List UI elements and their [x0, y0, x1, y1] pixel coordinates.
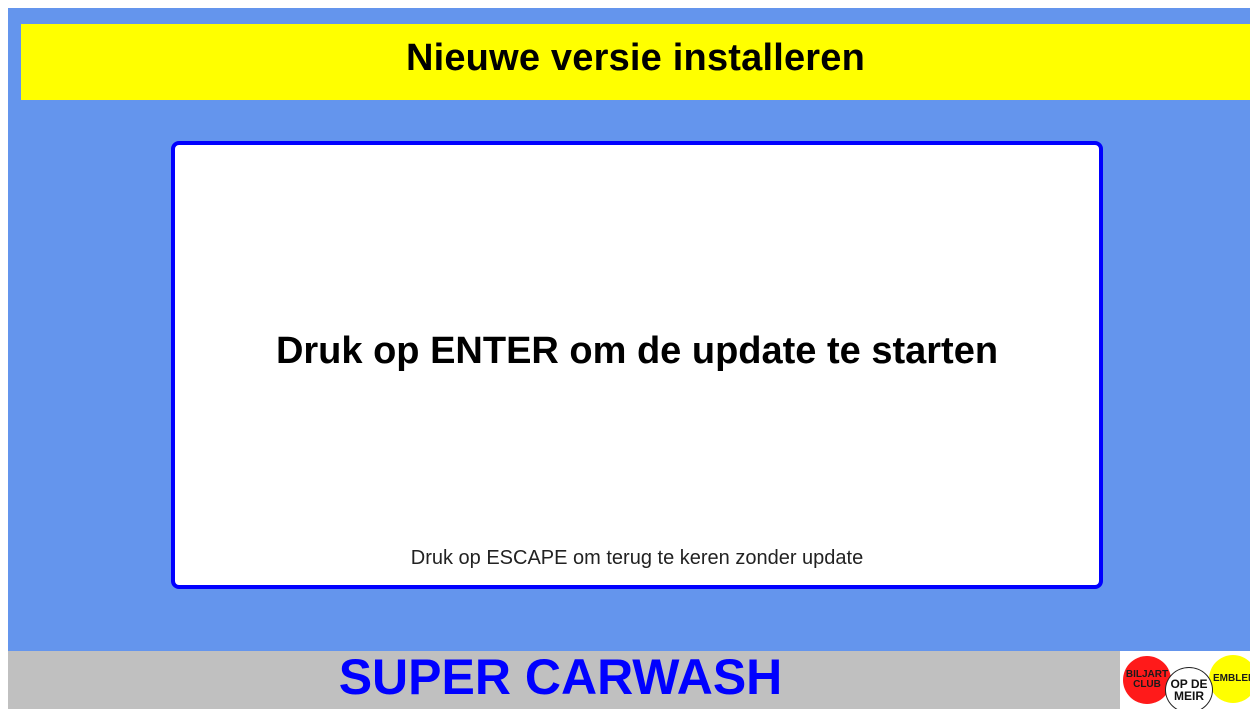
footer-bar: SUPER CARWASH BILJART CLUB OP DE MEIR EM…: [8, 651, 1250, 709]
logo-right-text: EMBLEM: [1213, 673, 1250, 684]
escape-instruction: Druk op ESCAPE om terug te keren zonder …: [410, 547, 864, 569]
title-bar: Nieuwe versie installeren: [21, 24, 1250, 100]
update-dialog: Druk op ENTER om de update te starten Dr…: [171, 141, 1103, 589]
brand-title: SUPER CARWASH: [338, 651, 783, 705]
logo-center-circle: OP DE MEIR: [1165, 667, 1213, 709]
kiosk-screen: Nieuwe versie installeren Druk op ENTER …: [8, 8, 1250, 709]
enter-instruction: Druk op ENTER om de update te starten: [275, 330, 999, 372]
page-title: Nieuwe versie installeren: [405, 36, 866, 79]
logo-left-text: BILJART CLUB: [1125, 669, 1169, 690]
logo-right-circle: EMBLEM: [1209, 655, 1250, 703]
logo-left-circle: BILJART CLUB: [1123, 656, 1171, 704]
club-logo: BILJART CLUB OP DE MEIR EMBLEM: [1120, 651, 1250, 709]
logo-center-text: OP DE MEIR: [1170, 677, 1208, 703]
